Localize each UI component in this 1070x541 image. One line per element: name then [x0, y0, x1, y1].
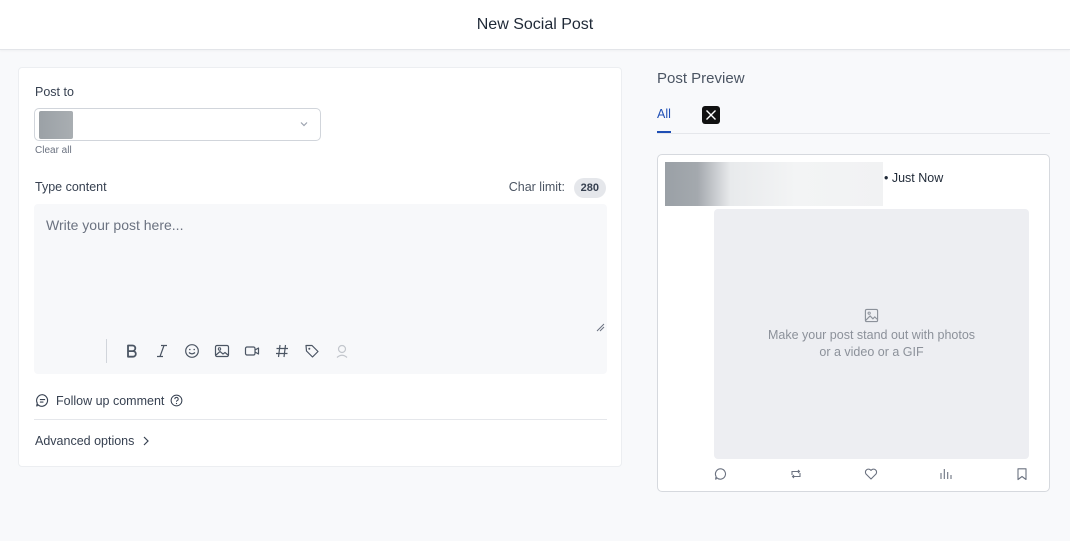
- top-bar: New Social Post: [0, 0, 1070, 50]
- reply-icon: [714, 467, 728, 481]
- like-icon: [864, 467, 878, 481]
- chevron-right-icon: [143, 436, 150, 446]
- location-icon[interactable]: [327, 339, 357, 363]
- post-content-input[interactable]: [34, 204, 607, 334]
- italic-icon[interactable]: [147, 339, 177, 363]
- preview-tabs: All: [657, 100, 1050, 134]
- comment-icon: [36, 394, 49, 407]
- image-icon: [864, 308, 879, 322]
- resize-handle-icon[interactable]: [595, 322, 605, 332]
- post-preview-card: • Just Now Make your post stand out with…: [657, 154, 1050, 492]
- advanced-options-toggle[interactable]: Advanced options: [35, 434, 150, 448]
- help-icon[interactable]: [170, 394, 183, 407]
- hashtag-icon[interactable]: [267, 339, 297, 363]
- emoji-icon[interactable]: [177, 339, 207, 363]
- account-avatar: [39, 111, 73, 139]
- repost-icon: [789, 467, 803, 481]
- clear-all-link[interactable]: Clear all: [35, 145, 72, 156]
- post-actions: [714, 467, 1034, 485]
- media-hint-line-1: Make your post stand out with photos: [767, 327, 976, 342]
- x-logo-icon[interactable]: [702, 106, 720, 124]
- follow-up-comment-toggle[interactable]: Follow up comment: [35, 393, 183, 408]
- post-editor: [34, 204, 607, 374]
- bookmark-icon: [1015, 467, 1029, 481]
- format-toolbar: [106, 339, 357, 363]
- tab-all[interactable]: All: [657, 107, 671, 133]
- composer-card: Post to Clear all Type content Char limi…: [18, 67, 622, 467]
- account-select[interactable]: [34, 108, 321, 141]
- image-icon[interactable]: [207, 339, 237, 363]
- video-icon[interactable]: [237, 339, 267, 363]
- type-content-label: Type content: [35, 180, 107, 194]
- page-title: New Social Post: [476, 15, 594, 33]
- media-placeholder: Make your post stand out with photos or …: [714, 209, 1029, 459]
- preview-title: Post Preview: [657, 70, 745, 87]
- advanced-options-label: Advanced options: [35, 434, 135, 448]
- divider: [34, 419, 607, 420]
- post-timestamp: • Just Now: [884, 171, 944, 185]
- follow-up-label: Follow up comment: [56, 393, 165, 408]
- char-limit-label: Char limit:: [508, 180, 565, 194]
- media-hint-text: Make your post stand out with photos or …: [762, 327, 982, 361]
- tag-icon[interactable]: [297, 339, 327, 363]
- char-limit-badge: 280: [573, 178, 606, 198]
- post-to-label: Post to: [35, 85, 74, 99]
- chevron-down-icon: [300, 122, 308, 127]
- media-hint-line-2: or a video or a GIF: [819, 344, 924, 359]
- views-icon: [939, 467, 953, 481]
- blurred-account-info: [665, 162, 883, 206]
- bold-icon[interactable]: [117, 339, 147, 363]
